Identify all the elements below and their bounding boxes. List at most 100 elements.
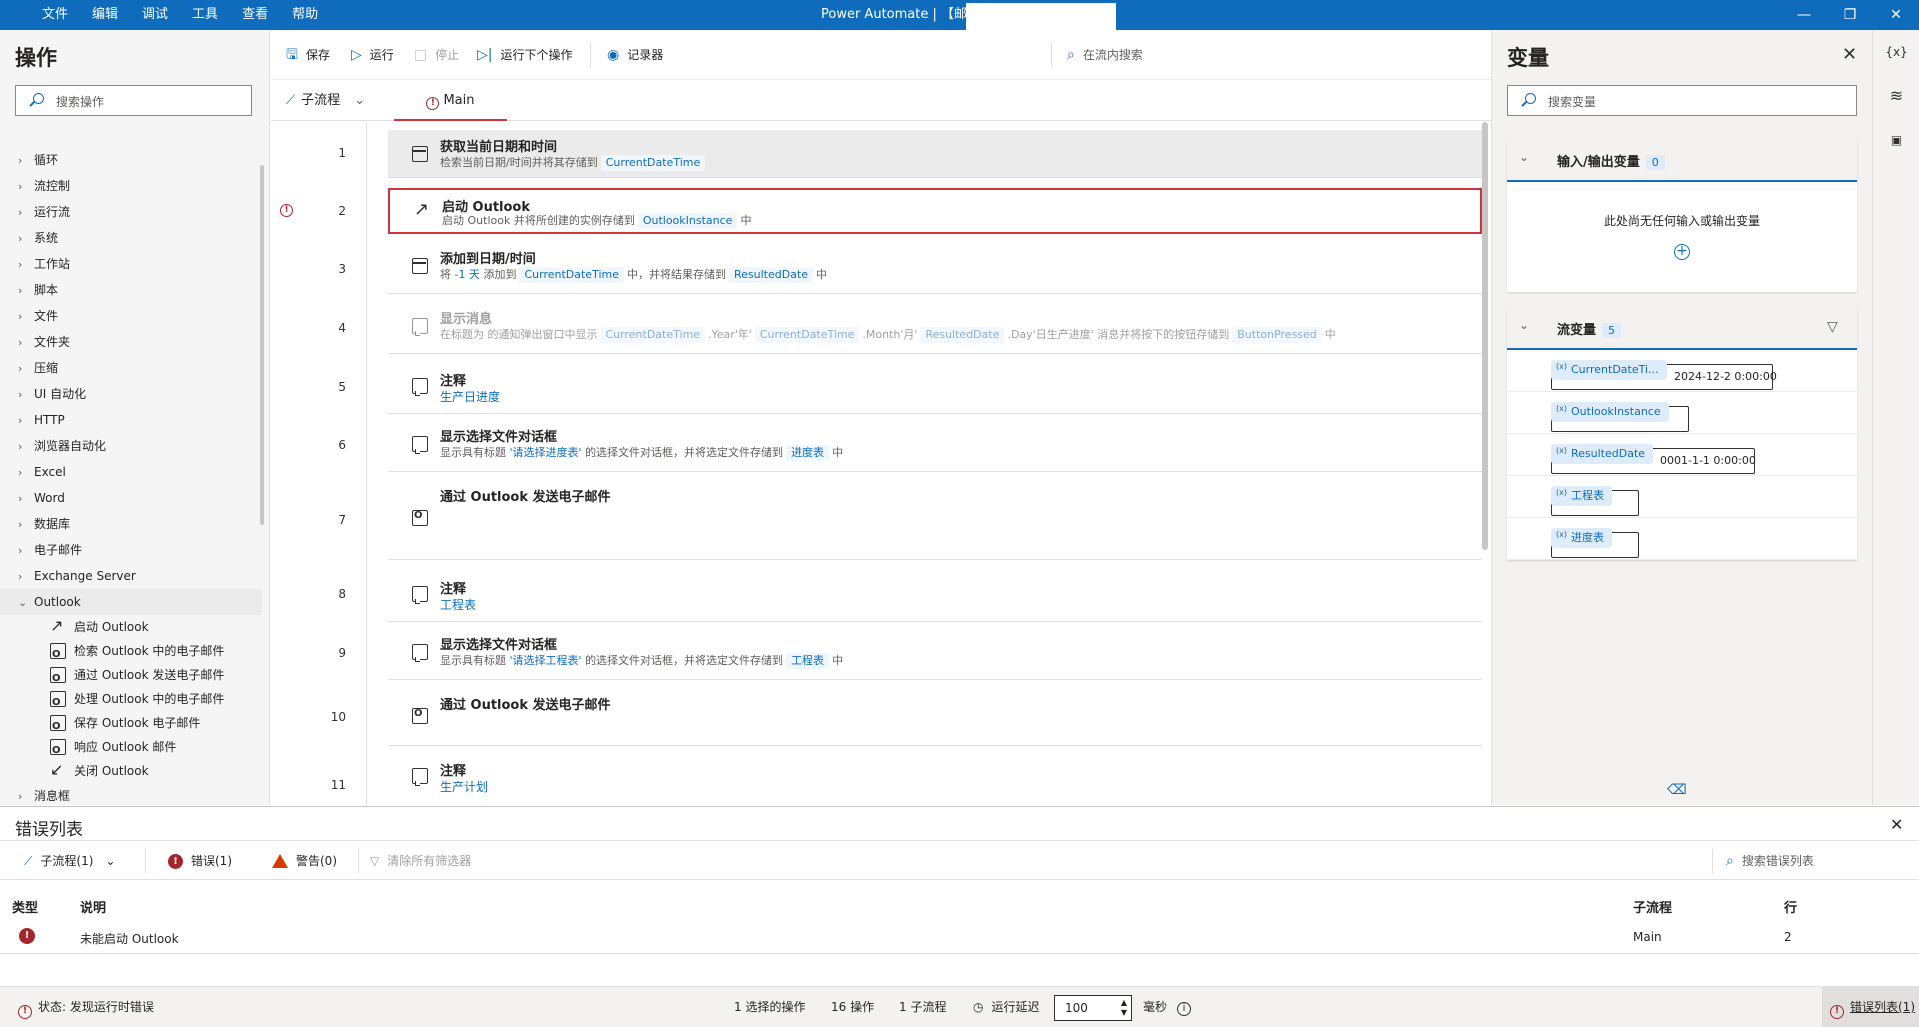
variables-icon[interactable]: {x} bbox=[1873, 32, 1919, 72]
ui-elements-icon[interactable]: ≋ bbox=[1873, 76, 1919, 116]
flow-action-send-outlook-email[interactable]: 通过 Outlook 发送电子邮件 bbox=[388, 688, 1482, 746]
flow-action-display-message[interactable]: 显示消息 在标题为 的通知弹出窗口中显示 CurrentDateTime .Year… bbox=[388, 302, 1482, 354]
error-list-panel: 错误列表 ✕ ⟋ 子流程(1) ⌄ ! 错误(1) 警告(0) ▽ 清除所有筛选器 ⌕ 搜… bbox=[0, 806, 1919, 986]
search-in-flow-input[interactable]: ⌕ 在流内搜索 bbox=[1067, 30, 1143, 80]
flow-variables-header[interactable]: ⌄ 流变量 5 ▽ bbox=[1507, 306, 1857, 350]
clear-filters-button[interactable]: ▽ 清除所有筛选器 bbox=[370, 841, 471, 881]
io-variables-header[interactable]: ⌄ 输入/输出变量 0 bbox=[1507, 138, 1857, 182]
run-next-action-button[interactable]: ▷| 运行下个操作 bbox=[477, 30, 573, 80]
menu-tools[interactable]: 工具 bbox=[180, 0, 230, 30]
flow-action-comment[interactable]: 注释 生产计划 bbox=[388, 754, 1482, 806]
info-icon[interactable]: i bbox=[1177, 1000, 1191, 1016]
menu-debug[interactable]: 调试 bbox=[130, 0, 180, 30]
category-word[interactable]: › Word bbox=[0, 485, 262, 511]
filter-icon[interactable]: ▽ bbox=[1827, 319, 1838, 335]
action-launch-outlook[interactable]: 启动 Outlook bbox=[0, 614, 262, 639]
action-category-list: › 循环 › 流控制 › 运行流 › 系统 › 工作站 › 脚本 › 文件 › 文件夹 › 压缩 … bbox=[0, 147, 262, 805]
run-delay-stepper[interactable]: 100 ▲ ▼ bbox=[1054, 995, 1132, 1021]
spinner-arrows-icon[interactable]: ▲ ▼ bbox=[1121, 998, 1127, 1018]
flow-action-add-to-datetime[interactable]: 添加到日期/时间 将 -1 天 添加到 CurrentDateTime 中，并将结果… bbox=[388, 244, 1482, 294]
menu-help[interactable]: 帮助 bbox=[280, 0, 330, 30]
calendar-icon bbox=[412, 146, 428, 162]
category-compression[interactable]: › 压缩 bbox=[0, 355, 262, 381]
menu-view[interactable]: 查看 bbox=[230, 0, 280, 30]
flow-action-get-datetime[interactable]: 获取当前日期和时间 检索当前日期/时间并将其存储到 CurrentDateTime bbox=[388, 130, 1482, 178]
variable-row[interactable]: (x) OutlookInstance bbox=[1507, 392, 1857, 434]
search-actions-placeholder: 搜索操作 bbox=[56, 95, 105, 109]
category-message-boxes[interactable]: › 消息框 bbox=[0, 783, 262, 805]
category-file[interactable]: › 文件 bbox=[0, 303, 262, 329]
menu-edit[interactable]: 编辑 bbox=[80, 0, 130, 30]
flow-action-select-file-dialog[interactable]: 显示选择文件对话框 显示具有标题 '请选择工程表' 的选择文件对话框，并将选定文… bbox=[388, 628, 1482, 680]
flow-scrollbar[interactable] bbox=[1482, 122, 1488, 550]
actions-scrollbar[interactable] bbox=[260, 165, 264, 525]
tab-main[interactable]: ! Main bbox=[394, 81, 507, 121]
error-list-toggle[interactable]: ! 错误列表(1) bbox=[1822, 987, 1919, 1027]
category-flow-control[interactable]: › 流控制 bbox=[0, 173, 262, 199]
line-number: 8 bbox=[338, 587, 346, 601]
search-error-list-input[interactable]: ⌕ 搜索错误列表 bbox=[1726, 841, 1814, 881]
save-button[interactable]: 🖫 保存 bbox=[286, 30, 330, 80]
outlook-mail-icon bbox=[50, 643, 66, 667]
flow-action-launch-outlook[interactable]: ↗ 启动 Outlook 启动 Outlook 并将所创建的实例存储到 Outlo… bbox=[388, 188, 1482, 234]
variable-chip[interactable]: (x) ResultedDate bbox=[1551, 444, 1654, 464]
action-save-outlook-email[interactable]: 保存 Outlook 电子邮件 bbox=[0, 711, 262, 739]
category-system[interactable]: › 系统 bbox=[0, 225, 262, 251]
restore-button[interactable]: ❐ bbox=[1827, 0, 1873, 30]
search-actions-input[interactable]: 搜索操作 bbox=[15, 85, 252, 116]
variable-chip[interactable]: (x) OutlookInstance bbox=[1551, 402, 1669, 422]
flow-action-comment[interactable]: 注释 生产日进度 bbox=[388, 362, 1482, 414]
minimize-button[interactable]: — bbox=[1781, 0, 1827, 30]
variable-row[interactable]: (x) 工程表 bbox=[1507, 476, 1857, 518]
category-database[interactable]: › 数据库 bbox=[0, 511, 262, 537]
action-title: 注释 bbox=[440, 764, 467, 779]
variable-chip[interactable]: (x) 工程表 bbox=[1551, 486, 1612, 506]
recorder-button[interactable]: ◉ 记录器 bbox=[607, 30, 663, 80]
search-variables-input[interactable]: 搜索变量 bbox=[1507, 85, 1857, 116]
side-panel-switcher: {x} ≋ ▣ bbox=[1872, 30, 1919, 805]
chevron-right-icon: › bbox=[18, 258, 23, 271]
errors-filter-button[interactable]: ! 错误(1) bbox=[168, 841, 232, 881]
close-window-button[interactable]: ✕ bbox=[1873, 0, 1919, 30]
close-icon[interactable]: ✕ bbox=[1890, 815, 1903, 834]
flow-action-select-file-dialog[interactable]: 显示选择文件对话框 显示具有标题 '请选择进度表' 的选择文件对话框，并将选定文… bbox=[388, 420, 1482, 472]
action-process-outlook-email[interactable]: 处理 Outlook 中的电子邮件 bbox=[0, 687, 262, 715]
category-excel[interactable]: › Excel bbox=[0, 459, 262, 485]
variable-chip[interactable]: (x) 进度表 bbox=[1551, 528, 1612, 548]
close-icon[interactable]: ✕ bbox=[1842, 44, 1857, 65]
category-email[interactable]: › 电子邮件 bbox=[0, 537, 262, 563]
variable-row[interactable]: 2024-12-2 0:00:00 (x) CurrentDateTi... bbox=[1507, 350, 1857, 392]
category-http[interactable]: › HTTP bbox=[0, 407, 262, 433]
images-icon[interactable]: ▣ bbox=[1873, 120, 1919, 160]
action-respond-outlook-email[interactable]: 响应 Outlook 邮件 bbox=[0, 735, 262, 763]
category-workstation[interactable]: › 工作站 bbox=[0, 251, 262, 277]
menu-file[interactable]: 文件 bbox=[30, 0, 80, 30]
variable-row[interactable]: 0001-1-1 0:00:00 (x) ResultedDate bbox=[1507, 434, 1857, 476]
stop-button[interactable]: □ 停止 bbox=[414, 30, 459, 80]
subflow-filter-dropdown[interactable]: ⟋ 子流程(1) ⌄ bbox=[24, 841, 115, 881]
category-folder[interactable]: › 文件夹 bbox=[0, 329, 262, 355]
add-icon[interactable]: + bbox=[1674, 244, 1690, 260]
subflows-dropdown[interactable]: ⟋ 子流程 ⌄ bbox=[286, 81, 365, 121]
flow-action-comment[interactable]: 注释 工程表 bbox=[388, 570, 1482, 622]
actions-panel-title: 操作 bbox=[15, 46, 57, 70]
action-title: 通过 Outlook 发送电子邮件 bbox=[440, 698, 611, 713]
category-exchange-server[interactable]: › Exchange Server bbox=[0, 563, 262, 589]
category-browser-automation[interactable]: › 浏览器自动化 bbox=[0, 433, 262, 459]
warnings-filter-button[interactable]: 警告(0) bbox=[272, 841, 337, 881]
action-send-outlook-email[interactable]: 通过 Outlook 发送电子邮件 bbox=[0, 663, 262, 691]
action-retrieve-outlook-email[interactable]: 检索 Outlook 中的电子邮件 bbox=[0, 639, 262, 667]
category-run-flow[interactable]: › 运行流 bbox=[0, 199, 262, 225]
variable-row[interactable]: (x) 进度表 bbox=[1507, 518, 1857, 560]
action-close-outlook[interactable]: 关闭 Outlook bbox=[0, 758, 262, 783]
chevron-right-icon: › bbox=[18, 310, 23, 323]
category-outlook[interactable]: ⌄ Outlook bbox=[0, 589, 262, 615]
eraser-icon[interactable]: ⌫ bbox=[1667, 782, 1687, 798]
category-script[interactable]: › 脚本 bbox=[0, 277, 262, 303]
category-loop[interactable]: › 循环 bbox=[0, 147, 262, 173]
run-button[interactable]: ▷ 运行 bbox=[351, 30, 394, 80]
variable-chip[interactable]: (x) CurrentDateTi... bbox=[1551, 360, 1667, 380]
category-ui-automation[interactable]: › UI 自动化 bbox=[0, 381, 262, 407]
flow-action-send-outlook-email[interactable]: 通过 Outlook 发送电子邮件 bbox=[388, 480, 1482, 560]
action-title: 获取当前日期和时间 bbox=[440, 140, 558, 155]
